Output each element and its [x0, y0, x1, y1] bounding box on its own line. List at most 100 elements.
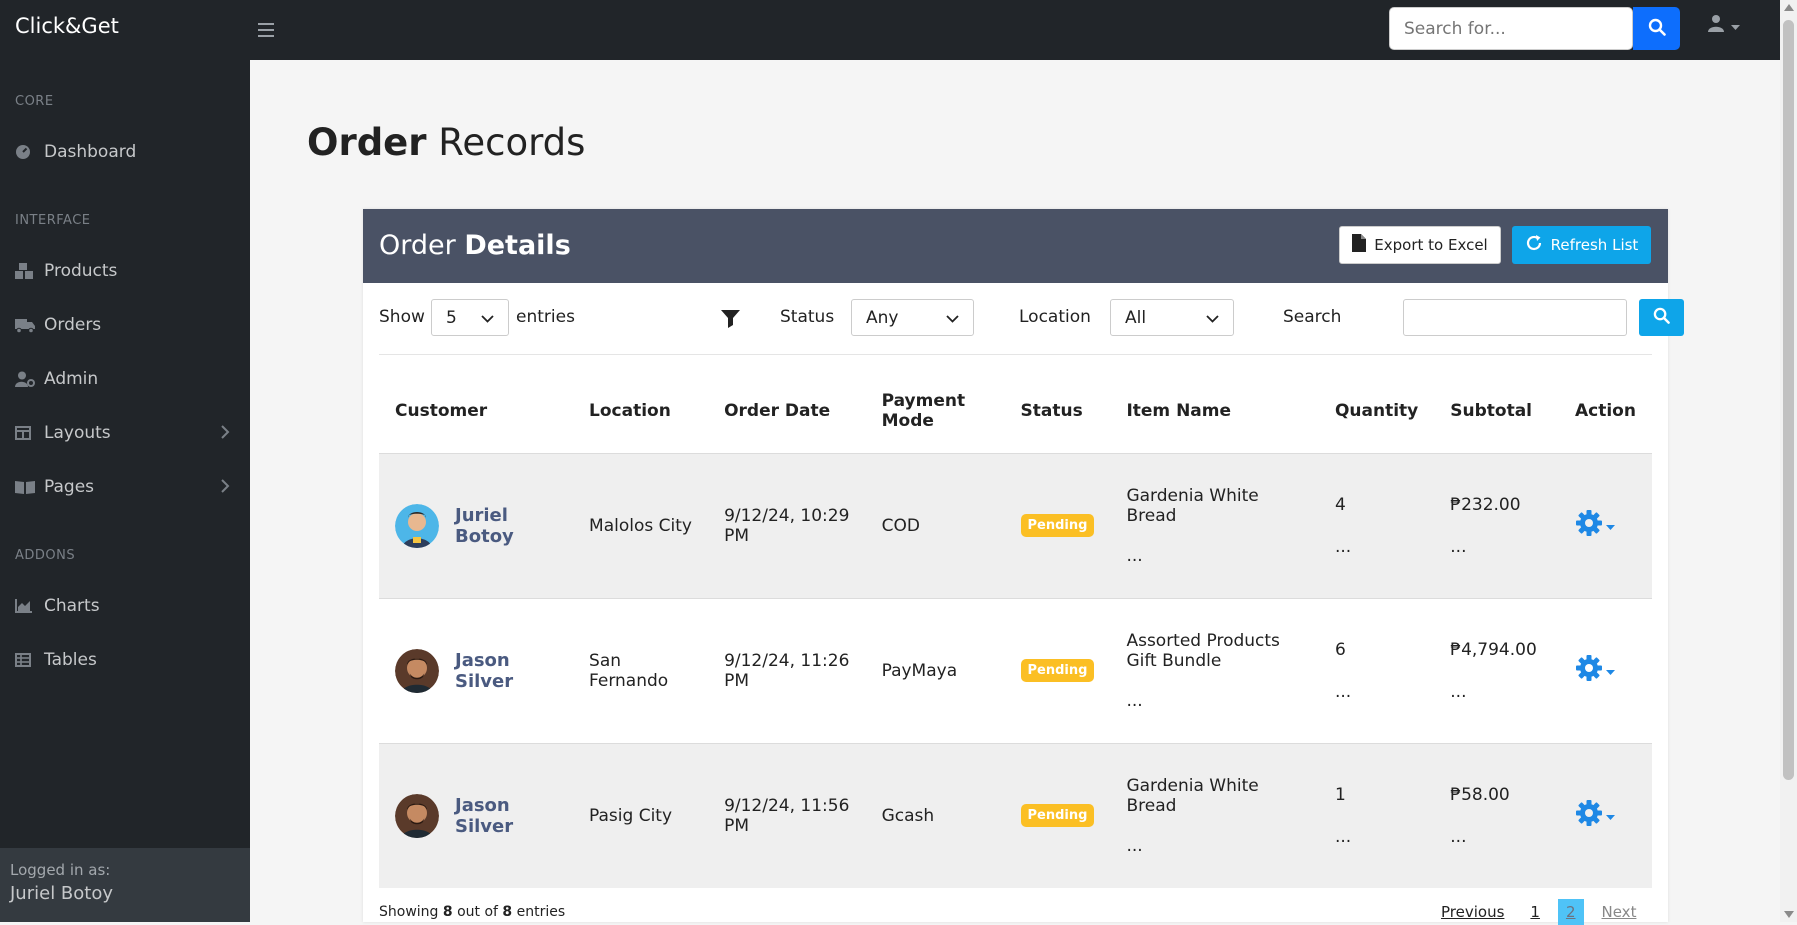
table-row: Jason Silver Pasig City 9/12/24, 11:56 P… — [379, 743, 1652, 888]
column-header[interactable]: Order Date — [708, 369, 866, 453]
avatar — [395, 503, 439, 548]
column-header[interactable]: Subtotal — [1434, 369, 1559, 453]
order-date-cell: 9/12/24, 11:56 PM — [708, 743, 866, 888]
table-search-button[interactable] — [1639, 299, 1684, 336]
table-icon — [15, 653, 35, 667]
caret-down-icon — [1731, 16, 1740, 35]
column-header[interactable]: Payment Mode — [866, 369, 1005, 453]
card-title-light: Order — [379, 230, 456, 261]
caret-down-icon — [1605, 661, 1615, 681]
item-more: ... — [1126, 545, 1143, 566]
refresh-list-button[interactable]: Refresh List — [1512, 226, 1651, 264]
export-to-excel-button[interactable]: Export to Excel — [1339, 226, 1501, 264]
brand-logo[interactable]: Click&Get — [15, 14, 119, 38]
pagination-previous[interactable]: Previous — [1433, 899, 1512, 925]
divider — [379, 354, 1652, 355]
customer-name-link[interactable]: Jason Silver — [455, 795, 557, 837]
vertical-scrollbar[interactable] — [1780, 0, 1797, 922]
customer-name-link[interactable]: Jason Silver — [455, 650, 557, 692]
showing-count: 8 — [442, 904, 453, 920]
top-search-button[interactable] — [1633, 7, 1680, 50]
pagination-page-1[interactable]: 1 — [1522, 899, 1548, 925]
show-label: Show — [379, 307, 425, 327]
column-header[interactable]: Status — [1005, 369, 1111, 453]
row-action-dropdown[interactable] — [1575, 509, 1636, 542]
sidebar-heading-addons: ADDONS — [15, 548, 76, 563]
quantity-more: ... — [1334, 536, 1352, 557]
quantity: 1 — [1334, 784, 1346, 805]
quantity-more: ... — [1334, 681, 1352, 702]
sidebar-item-dashboard[interactable]: Dashboard — [15, 137, 235, 167]
refresh-icon — [1525, 234, 1543, 256]
sidebar-toggle-icon[interactable] — [258, 18, 274, 42]
table-search-input[interactable] — [1403, 299, 1627, 336]
caret-down-icon — [1605, 806, 1615, 826]
customer-name-link[interactable]: Juriel Botoy — [455, 505, 557, 547]
subtotal-more: ... — [1450, 681, 1467, 702]
columns-icon — [15, 426, 35, 440]
row-action-dropdown[interactable] — [1575, 654, 1636, 687]
pagination-page-2[interactable]: 2 — [1557, 899, 1584, 925]
status-select[interactable]: Any — [851, 299, 974, 336]
sidebar-item-label: Tables — [44, 650, 97, 670]
pagination-next[interactable]: Next — [1594, 899, 1645, 925]
payment-mode-cell: PayMaya — [865, 598, 1005, 743]
sidebar-item-charts[interactable]: Charts — [15, 591, 235, 621]
sidebar-item-layouts[interactable]: Layouts — [15, 418, 235, 448]
gear-icon — [1575, 654, 1603, 687]
showing-suffix: entries — [516, 904, 566, 920]
sidebar-item-label: Admin — [44, 369, 99, 389]
sidebar-item-label: Pages — [44, 477, 95, 497]
entries-label: entries — [516, 307, 575, 327]
sidebar-item-label: Layouts — [44, 423, 111, 443]
subtotal: ₱232.00 — [1450, 494, 1521, 515]
row-action-dropdown[interactable] — [1575, 799, 1636, 832]
showing-prefix: Showing — [379, 904, 439, 920]
entries-select[interactable]: 5 — [431, 299, 509, 336]
sidebar-item-orders[interactable]: Orders — [15, 310, 235, 340]
sidebar-item-label: Dashboard — [44, 142, 137, 162]
sidebar-item-label: Orders — [44, 315, 102, 335]
sidebar-item-pages[interactable]: Pages — [15, 472, 235, 502]
scroll-up-arrow-icon[interactable] — [1784, 4, 1794, 11]
item-more: ... — [1126, 690, 1143, 711]
chart-area-icon — [15, 599, 35, 613]
sidebar-item-tables[interactable]: Tables — [15, 645, 235, 675]
order-details-card: Order Details Export to Excel Refresh Li… — [363, 209, 1684, 925]
top-search-input[interactable] — [1389, 7, 1633, 50]
location-select[interactable]: All — [1110, 299, 1234, 336]
dashboard-icon — [15, 144, 35, 160]
chevron-right-icon — [221, 424, 230, 445]
status-badge: Pending — [1020, 804, 1095, 828]
avatar — [395, 793, 439, 838]
payment-mode-cell: COD — [865, 453, 1005, 598]
filter-bar: Show 5 entries Status Any Location All S… — [379, 299, 1684, 339]
subtotal-more: ... — [1450, 826, 1467, 847]
page-title-rest: Records — [438, 121, 586, 164]
status-badge: Pending — [1020, 659, 1095, 682]
gear-icon — [1575, 799, 1603, 832]
scrollbar-thumb[interactable] — [1783, 20, 1794, 780]
quantity-more: ... — [1334, 826, 1352, 847]
order-date-cell: 9/12/24, 10:29 PM — [708, 453, 866, 598]
item-name: Gardenia White Bread — [1126, 775, 1259, 816]
entries-select-value: 5 — [446, 307, 457, 328]
column-header[interactable]: Customer — [379, 369, 573, 453]
filter-icon — [721, 310, 740, 333]
sidebar-heading-core: CORE — [15, 94, 54, 109]
sidebar: CORE Dashboard INTERFACE Products Orders… — [0, 60, 250, 922]
quantity: 4 — [1334, 494, 1346, 515]
page-title: Order Records — [307, 121, 585, 164]
user-menu[interactable] — [1707, 14, 1740, 36]
column-header[interactable]: Location — [573, 369, 708, 453]
caret-down-icon — [1605, 516, 1615, 536]
sidebar-item-admin[interactable]: Admin — [15, 364, 235, 394]
search-icon — [1648, 18, 1666, 40]
column-header[interactable]: Quantity — [1319, 369, 1434, 453]
scroll-down-arrow-icon[interactable] — [1784, 911, 1794, 918]
item-name: Gardenia White Bread — [1126, 485, 1259, 526]
column-header[interactable]: Item Name — [1110, 369, 1319, 453]
sidebar-item-products[interactable]: Products — [15, 256, 235, 286]
user-gear-icon — [15, 371, 35, 387]
table-row: Jason Silver San Fernando 9/12/24, 11:26… — [379, 598, 1652, 743]
